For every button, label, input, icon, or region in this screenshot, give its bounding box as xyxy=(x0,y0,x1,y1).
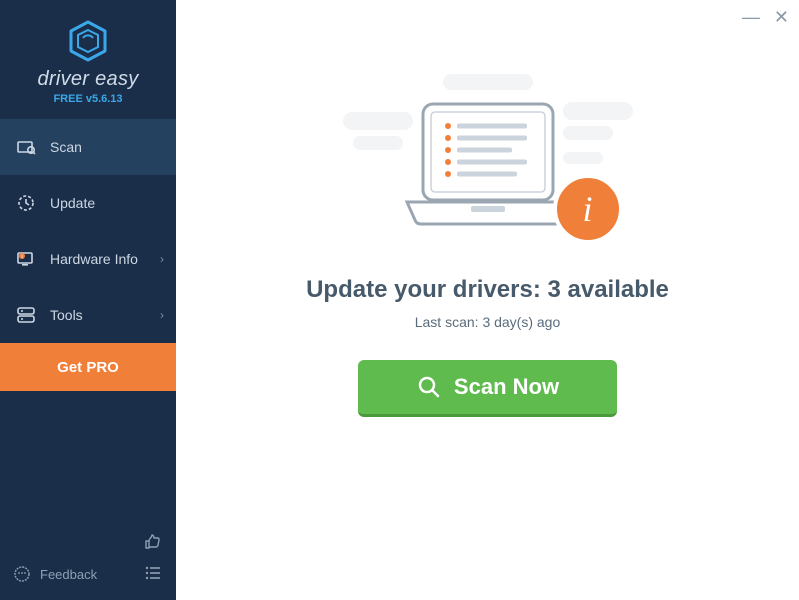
chevron-right-icon: › xyxy=(160,308,164,322)
svg-text:i: i xyxy=(21,254,22,260)
get-pro-button[interactable]: Get PRO xyxy=(0,343,176,391)
sidebar-footer: Feedback xyxy=(0,520,176,600)
sidebar: driver easy FREE v5.6.13 Scan Update i H… xyxy=(0,0,176,600)
info-badge-icon: i xyxy=(553,174,623,244)
sidebar-item-update[interactable]: Update xyxy=(0,175,176,231)
menu-list-icon[interactable] xyxy=(142,562,164,584)
sidebar-item-hardware-info[interactable]: i Hardware Info › xyxy=(0,231,176,287)
app-version: FREE v5.6.13 xyxy=(53,93,122,105)
main-content: — ✕ xyxy=(176,0,799,600)
scan-icon xyxy=(16,137,36,157)
chevron-right-icon: › xyxy=(160,252,164,266)
hardware-icon: i xyxy=(16,249,36,269)
tools-icon xyxy=(16,305,36,325)
get-pro-label: Get PRO xyxy=(57,359,119,376)
sidebar-item-label: Scan xyxy=(50,139,82,155)
feedback-icon xyxy=(12,564,32,584)
search-icon xyxy=(416,374,442,400)
last-scan-text: Last scan: 3 day(s) ago xyxy=(415,314,561,330)
sidebar-item-label: Update xyxy=(50,195,95,211)
feedback-button[interactable]: Feedback xyxy=(12,564,97,584)
close-button[interactable]: ✕ xyxy=(774,8,789,26)
window-controls: — ✕ xyxy=(742,8,789,26)
thumbs-up-icon[interactable] xyxy=(142,530,164,552)
sidebar-item-tools[interactable]: Tools › xyxy=(0,287,176,343)
app-name: driver easy xyxy=(37,68,138,91)
illustration: i xyxy=(343,72,633,252)
minimize-button[interactable]: — xyxy=(742,8,760,26)
sidebar-item-label: Hardware Info xyxy=(50,251,138,267)
logo-area: driver easy FREE v5.6.13 xyxy=(0,0,176,119)
app-logo-icon xyxy=(65,18,111,64)
feedback-label: Feedback xyxy=(40,567,97,582)
scan-now-label: Scan Now xyxy=(454,374,559,400)
sidebar-item-label: Tools xyxy=(50,307,83,323)
hero: i Update your drivers: 3 available Last … xyxy=(306,72,669,417)
headline: Update your drivers: 3 available xyxy=(306,276,669,304)
sidebar-nav: Scan Update i Hardware Info › Tools › Ge… xyxy=(0,119,176,520)
sidebar-item-scan[interactable]: Scan xyxy=(0,119,176,175)
update-icon xyxy=(16,193,36,213)
scan-now-button[interactable]: Scan Now xyxy=(358,360,617,417)
